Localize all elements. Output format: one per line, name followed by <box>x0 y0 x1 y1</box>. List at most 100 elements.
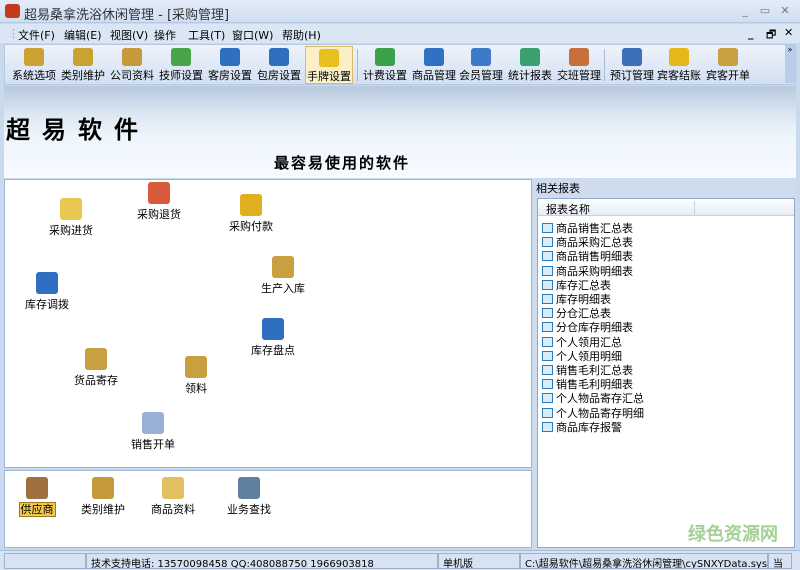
report-item-label: 销售毛利汇总表 <box>556 364 633 377</box>
report-icon <box>542 251 553 262</box>
menu-item[interactable]: 操作 <box>154 27 176 43</box>
toolbar-button[interactable]: 包房设置 <box>255 46 303 84</box>
toolbar-button-label: 交班管理 <box>557 69 601 82</box>
function-item[interactable]: 货品寄存 <box>56 348 136 388</box>
report-icon <box>542 336 553 347</box>
report-item-label: 商品库存报警 <box>556 420 622 434</box>
toolbar-button[interactable]: 商品管理 <box>410 46 458 84</box>
shortcut-item-label: 类别维护 <box>81 503 125 516</box>
report-item[interactable]: 商品销售汇总表 <box>542 220 633 235</box>
toolbar-button[interactable]: 公司资料 <box>108 46 156 84</box>
mdi-close-button[interactable]: ✕ <box>784 26 793 39</box>
close-button[interactable]: ✕ <box>776 4 794 18</box>
package-icon <box>185 356 207 378</box>
toolbar-overflow-button[interactable]: » <box>785 45 795 83</box>
mdi-restore-button[interactable]: 🗗 <box>766 26 776 45</box>
menu-item[interactable]: 编辑(E) <box>64 27 102 43</box>
package-icon <box>718 48 738 66</box>
toolbar-button[interactable]: 交班管理 <box>555 46 603 84</box>
toolbar-button[interactable]: 会员管理 <box>457 46 505 84</box>
function-item-label: 采购退货 <box>137 208 181 221</box>
menu-item[interactable]: 帮助(H) <box>282 27 321 43</box>
report-icon <box>542 393 553 404</box>
stapler-icon <box>622 48 642 66</box>
toolbar-button[interactable]: 统计报表 <box>506 46 554 84</box>
report-item-label: 分仓汇总表 <box>556 307 611 321</box>
minimize-button[interactable]: _ <box>736 4 754 18</box>
shortcut-item[interactable]: 类别维护 <box>63 477 143 517</box>
menu-item[interactable]: 工具(T) <box>188 27 225 43</box>
toolbar-button[interactable]: 宾客开单 <box>704 46 752 84</box>
report-item[interactable]: 库存汇总表 <box>542 277 611 292</box>
report-item[interactable]: 个人领用明细 <box>542 348 622 363</box>
mode-label: 单机版 <box>438 553 520 569</box>
menu-bar: ⋮ _ 🗗 ✕ 文件(F) 编辑(E) 视图(V) 操作 工具(T) 窗口(W) 帮助(H) <box>0 24 800 43</box>
report-item[interactable]: 库存明细表 <box>542 291 611 306</box>
toolbar-button[interactable]: 系统选项 <box>10 46 58 84</box>
window-title: 超易桑拿洗浴休闲管理 - [采购管理] <box>24 8 230 23</box>
report-item[interactable]: 销售毛利汇总表 <box>542 362 633 377</box>
function-item[interactable]: 生产入库 <box>243 256 323 296</box>
mdi-minimize-button[interactable]: _ <box>748 27 754 40</box>
report-item-label: 商品采购明细表 <box>556 264 633 278</box>
report-item-label: 商品采购汇总表 <box>556 236 633 250</box>
binoculars-icon <box>238 477 260 499</box>
report-item-label: 商品销售明细表 <box>556 250 633 264</box>
report-list[interactable]: 报表名称 商品销售汇总表 商品采购汇总表 商品销售明细表 商品采购明细表 库存汇总表 库存… <box>537 198 795 548</box>
function-item[interactable]: 领料 <box>156 356 236 396</box>
function-item[interactable]: 采购退货 <box>119 182 199 222</box>
toolbar-button[interactable]: 计费设置 <box>361 46 409 84</box>
report-item-label: 库存明细表 <box>556 293 611 306</box>
report-icon <box>542 350 553 361</box>
report-item[interactable]: 个人物品寄存明细 <box>542 405 644 420</box>
watermark: 绿色资源网 <box>688 524 778 545</box>
report-item[interactable]: 商品采购明细表 <box>542 263 633 278</box>
toolbar-button-label: 类别维护 <box>61 69 105 82</box>
menu-item[interactable]: 窗口(W) <box>232 27 273 43</box>
report-item[interactable]: 商品销售明细表 <box>542 248 633 264</box>
column-header[interactable]: 报表名称 <box>538 199 794 216</box>
menu-item[interactable]: 文件(F) <box>18 27 55 43</box>
toolbar-button[interactable]: 技师设置 <box>157 46 205 84</box>
banner: 超易软件 最容易使用的软件 <box>4 86 796 178</box>
function-item[interactable]: 销售开单 <box>113 412 193 452</box>
function-item-label: 领料 <box>185 382 207 395</box>
function-item[interactable]: 采购付款 <box>211 194 291 234</box>
yen-icon <box>669 48 689 66</box>
purchase-function-panel: 采购进货 采购退货 采购付款库存调拨 生产入库库存盘点货品寄存领料销售开单 <box>4 179 532 468</box>
book-icon <box>122 48 142 66</box>
report-item[interactable]: 个人物品寄存汇总 <box>542 390 644 406</box>
report-item[interactable]: 分仓库存明细表 <box>542 319 633 334</box>
function-item[interactable]: 采购进货 <box>31 198 111 238</box>
toolbar-button-label: 计费设置 <box>363 69 407 82</box>
purchase-return-icon <box>148 182 170 204</box>
function-item-label: 销售开单 <box>131 438 175 451</box>
toolbar-button[interactable]: 手牌设置 <box>305 46 353 84</box>
function-item[interactable]: 库存盘点 <box>233 318 313 358</box>
box-icon <box>424 48 444 66</box>
report-item[interactable]: 商品采购汇总表 <box>542 234 633 250</box>
toolbar-button[interactable]: 预订管理 <box>608 46 656 84</box>
report-icon <box>542 322 553 333</box>
payment-icon <box>240 194 262 216</box>
chart-icon <box>520 48 540 66</box>
menu-item[interactable]: 视图(V) <box>110 27 148 43</box>
toolbar-button[interactable]: 宾客结账 <box>655 46 703 84</box>
maximize-button[interactable]: ▭ <box>756 4 774 18</box>
report-item-label: 库存汇总表 <box>556 278 611 292</box>
report-icon <box>542 265 553 276</box>
report-item[interactable]: 销售毛利明细表 <box>542 376 633 392</box>
report-item-label: 个人物品寄存汇总 <box>556 392 644 406</box>
report-item[interactable]: 商品库存报警 <box>542 419 622 434</box>
report-icon <box>542 237 553 248</box>
toolbar-button[interactable]: 类别维护 <box>59 46 107 84</box>
report-item[interactable]: 分仓汇总表 <box>542 305 611 321</box>
shortcut-item[interactable]: 商品资料 <box>133 477 213 517</box>
report-item[interactable]: 个人领用汇总 <box>542 334 622 349</box>
function-item[interactable]: 库存调拨 <box>7 272 87 312</box>
shortcut-item[interactable]: 业务查找 <box>209 477 289 517</box>
report-item-label: 销售毛利明细表 <box>556 378 633 392</box>
toolbar-button[interactable]: 客房设置 <box>206 46 254 84</box>
report-item-label: 个人物品寄存明细 <box>556 406 644 420</box>
support-info: 技术支持电话: 13570098458 QQ:408088750 1966903… <box>86 553 438 569</box>
